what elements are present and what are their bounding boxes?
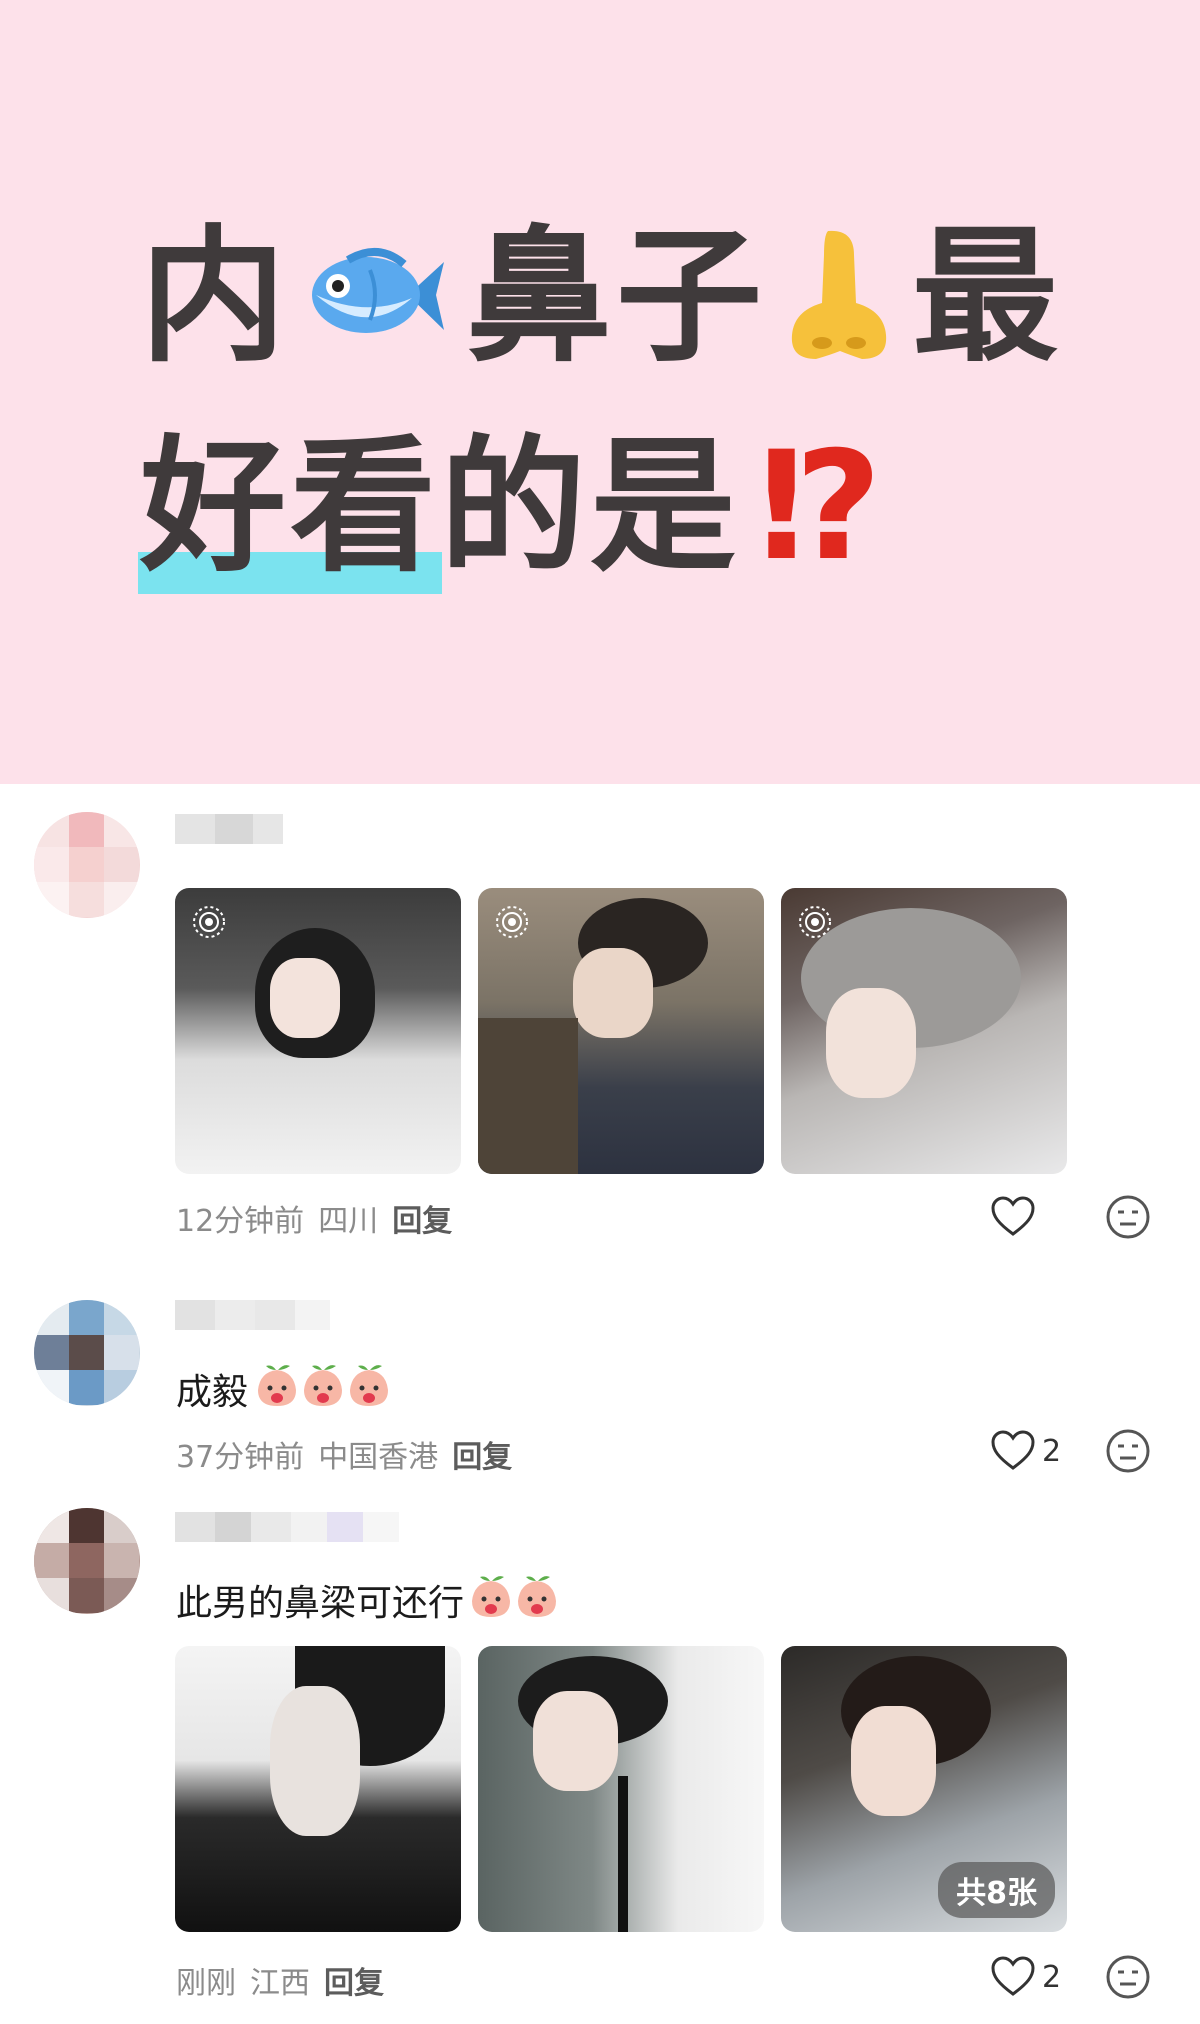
username-blurred[interactable] (175, 814, 283, 844)
comment-image[interactable]: 共8张 (781, 1646, 1067, 1932)
avatar[interactable] (34, 1300, 140, 1406)
comment-actions: 2 (990, 1429, 1150, 1473)
comment-location: 中国香港 (318, 1440, 439, 1475)
banner-text-deshi: 的是 (440, 422, 740, 592)
heart-icon (991, 1430, 1035, 1470)
comment-image[interactable] (781, 888, 1067, 1174)
banner-line-1: 内 鼻子 最 (140, 222, 1062, 372)
comment-meta: 刚刚 江西 回复 (176, 1958, 384, 2002)
comment-image[interactable] (175, 1646, 461, 1932)
fish-emoji-icon (308, 240, 448, 354)
avatar[interactable] (34, 812, 140, 918)
banner-text-zui: 最 (912, 212, 1062, 382)
like-button[interactable]: 2 (990, 1430, 1090, 1472)
banner-text-nose: 鼻子 (466, 212, 766, 382)
comment-text: 成毅 (176, 1364, 392, 1414)
nose-emoji-icon (784, 225, 894, 369)
live-photo-icon (193, 906, 225, 938)
comment-3: 此男的鼻梁可还行 共8张 刚刚 江西 回复 2 (0, 1500, 1200, 2024)
like-count: 2 (1042, 1959, 1062, 1995)
live-photo-icon (496, 906, 528, 938)
comment-image[interactable] (478, 888, 764, 1174)
image-count-badge[interactable]: 共8张 (938, 1862, 1055, 1918)
like-button[interactable]: 2 (990, 1956, 1090, 1998)
heart-icon (991, 1196, 1035, 1236)
peach-sticker-icon (514, 1573, 560, 1628)
comment-time: 12分钟前 (176, 1204, 305, 1239)
reply-button[interactable]: 回复 (392, 1196, 452, 1240)
comment-text: 此男的鼻梁可还行 (176, 1574, 560, 1626)
username-blurred[interactable] (175, 1512, 399, 1542)
comment-2: 成毅 37分钟前 中国香港 回复 2 (0, 1286, 1200, 1486)
username-blurred[interactable] (175, 1300, 330, 1330)
comment-location: 四川 (318, 1204, 379, 1239)
comment-meta: 37分钟前 中国香港 回复 (176, 1432, 512, 1476)
banner-text-nei: 内 (140, 212, 290, 382)
post-cover-banner: 内 鼻子 最 好看 的是 ⁉ (0, 0, 1200, 784)
meh-face-icon[interactable] (1105, 1194, 1151, 1240)
peach-sticker-icon (346, 1362, 392, 1417)
comment-1: 12分钟前 四川 回复 (0, 784, 1200, 1254)
comment-images (175, 888, 1067, 1174)
meh-face-icon[interactable] (1105, 1428, 1151, 1474)
comment-meta: 12分钟前 四川 回复 (176, 1196, 452, 1240)
exclamation-question-icon: ⁉ (758, 420, 882, 594)
comment-actions (990, 1195, 1150, 1239)
banner-line-2: 好看 的是 ⁉ (138, 420, 882, 594)
banner-highlighted-text: 好看 (138, 422, 442, 594)
comment-location: 江西 (250, 1966, 310, 2001)
like-button[interactable] (990, 1196, 1090, 1238)
comment-images: 共8张 (175, 1646, 1067, 1932)
peach-sticker-icon (254, 1362, 300, 1417)
comment-image[interactable] (478, 1646, 764, 1932)
reply-button[interactable]: 回复 (452, 1432, 512, 1476)
comment-image[interactable] (175, 888, 461, 1174)
comment-actions: 2 (990, 1955, 1150, 1999)
peach-sticker-icon (468, 1573, 514, 1628)
avatar[interactable] (34, 1508, 140, 1614)
like-count: 2 (1042, 1433, 1062, 1469)
heart-icon (991, 1956, 1035, 1996)
comment-time: 刚刚 (176, 1966, 236, 2001)
comment-time: 37分钟前 (176, 1440, 305, 1475)
meh-face-icon[interactable] (1105, 1954, 1151, 2000)
reply-button[interactable]: 回复 (324, 1958, 384, 2002)
peach-sticker-icon (300, 1362, 346, 1417)
